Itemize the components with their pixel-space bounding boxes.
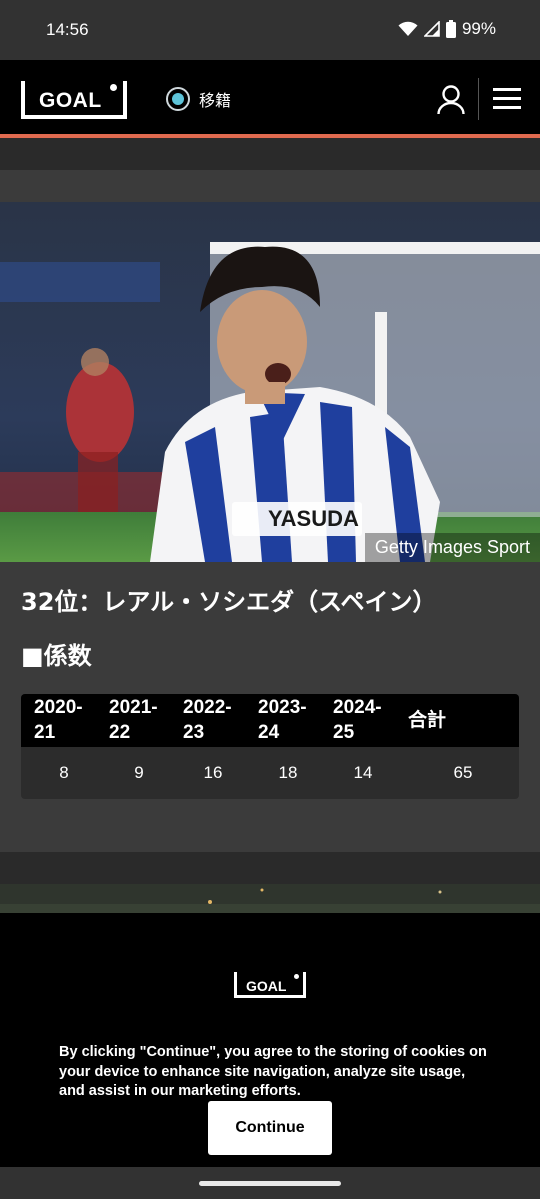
article-photo: YASUDA Getty Images Sport — [0, 202, 540, 562]
continue-button[interactable]: Continue — [208, 1101, 332, 1155]
logo-text: GOAL — [39, 89, 102, 112]
cookie-goal-logo: GOAL — [234, 972, 306, 998]
menu-icon[interactable] — [493, 88, 521, 110]
signal-icon — [423, 21, 440, 37]
nav-transfers-label: 移籍 — [199, 91, 232, 110]
table-cell: 14 — [353, 763, 373, 782]
table-cell-total: 65 — [453, 763, 473, 782]
wifi-icon — [398, 21, 418, 36]
status-time: 14:56 — [46, 20, 89, 39]
cookie-consent-banner: GOAL By clicking "Continue", you agree t… — [0, 913, 540, 1167]
cookie-logo-text: GOAL — [246, 978, 287, 994]
photo-credit: Getty Images Sport — [364, 533, 540, 562]
section-gap — [0, 852, 540, 884]
svg-text:YASUDA: YASUDA — [268, 506, 359, 531]
battery-percent: 99% — [461, 19, 496, 38]
status-bar: 14:56 99% — [0, 0, 540, 60]
nav-transfers-link[interactable]: 移籍 — [166, 87, 231, 111]
table-header-cell: 2023- 24 — [258, 697, 307, 743]
cookie-consent-text: By clicking "Continue", you agree to the… — [59, 1044, 487, 1099]
table-header-cell: 2020- 21 — [34, 697, 83, 743]
user-icon[interactable] — [436, 84, 466, 116]
table-header-cell: 2024- 25 — [333, 697, 382, 743]
coefficient-table: 2020- 21 2021- 22 2022- 23 2023- 24 2024- 25 … — [21, 694, 519, 799]
next-photo-illustration — [0, 884, 540, 916]
table-cell: 18 — [278, 763, 298, 782]
article-headline: 32位：レアル・ソシエダ（スペイン） — [21, 588, 437, 616]
table-cell: 8 — [59, 763, 69, 782]
table-header-cell: 2022- 23 — [183, 697, 232, 743]
coefficient-heading: ■係数 — [21, 642, 92, 670]
table-cell: 9 — [134, 763, 144, 782]
player-photo-illustration: YASUDA — [0, 202, 540, 562]
header-divider — [478, 78, 479, 120]
table-header-cell: 合計 — [408, 710, 447, 731]
table-cell: 16 — [203, 763, 223, 782]
table-header-cell: 2021- 22 — [109, 697, 158, 743]
next-article-photo — [0, 884, 540, 916]
system-nav-bar — [0, 1167, 540, 1199]
site-header: GOAL 移籍 — [0, 60, 540, 134]
goal-logo[interactable]: GOAL — [21, 81, 127, 119]
cookie-logo-dot — [294, 974, 299, 979]
radio-dot-icon — [166, 87, 190, 111]
table-header-row: 2020- 21 2021- 22 2022- 23 2023- 24 2024- 25 … — [21, 694, 519, 747]
logo-dot — [110, 84, 117, 91]
screen: 14:56 99% GOAL 移籍 YASUDA Getty Images Sp… — [0, 0, 540, 1199]
battery-icon — [445, 20, 456, 38]
home-gesture-bar[interactable] — [199, 1181, 341, 1186]
status-icons: 99% — [398, 19, 496, 39]
ad-strip — [0, 138, 540, 170]
